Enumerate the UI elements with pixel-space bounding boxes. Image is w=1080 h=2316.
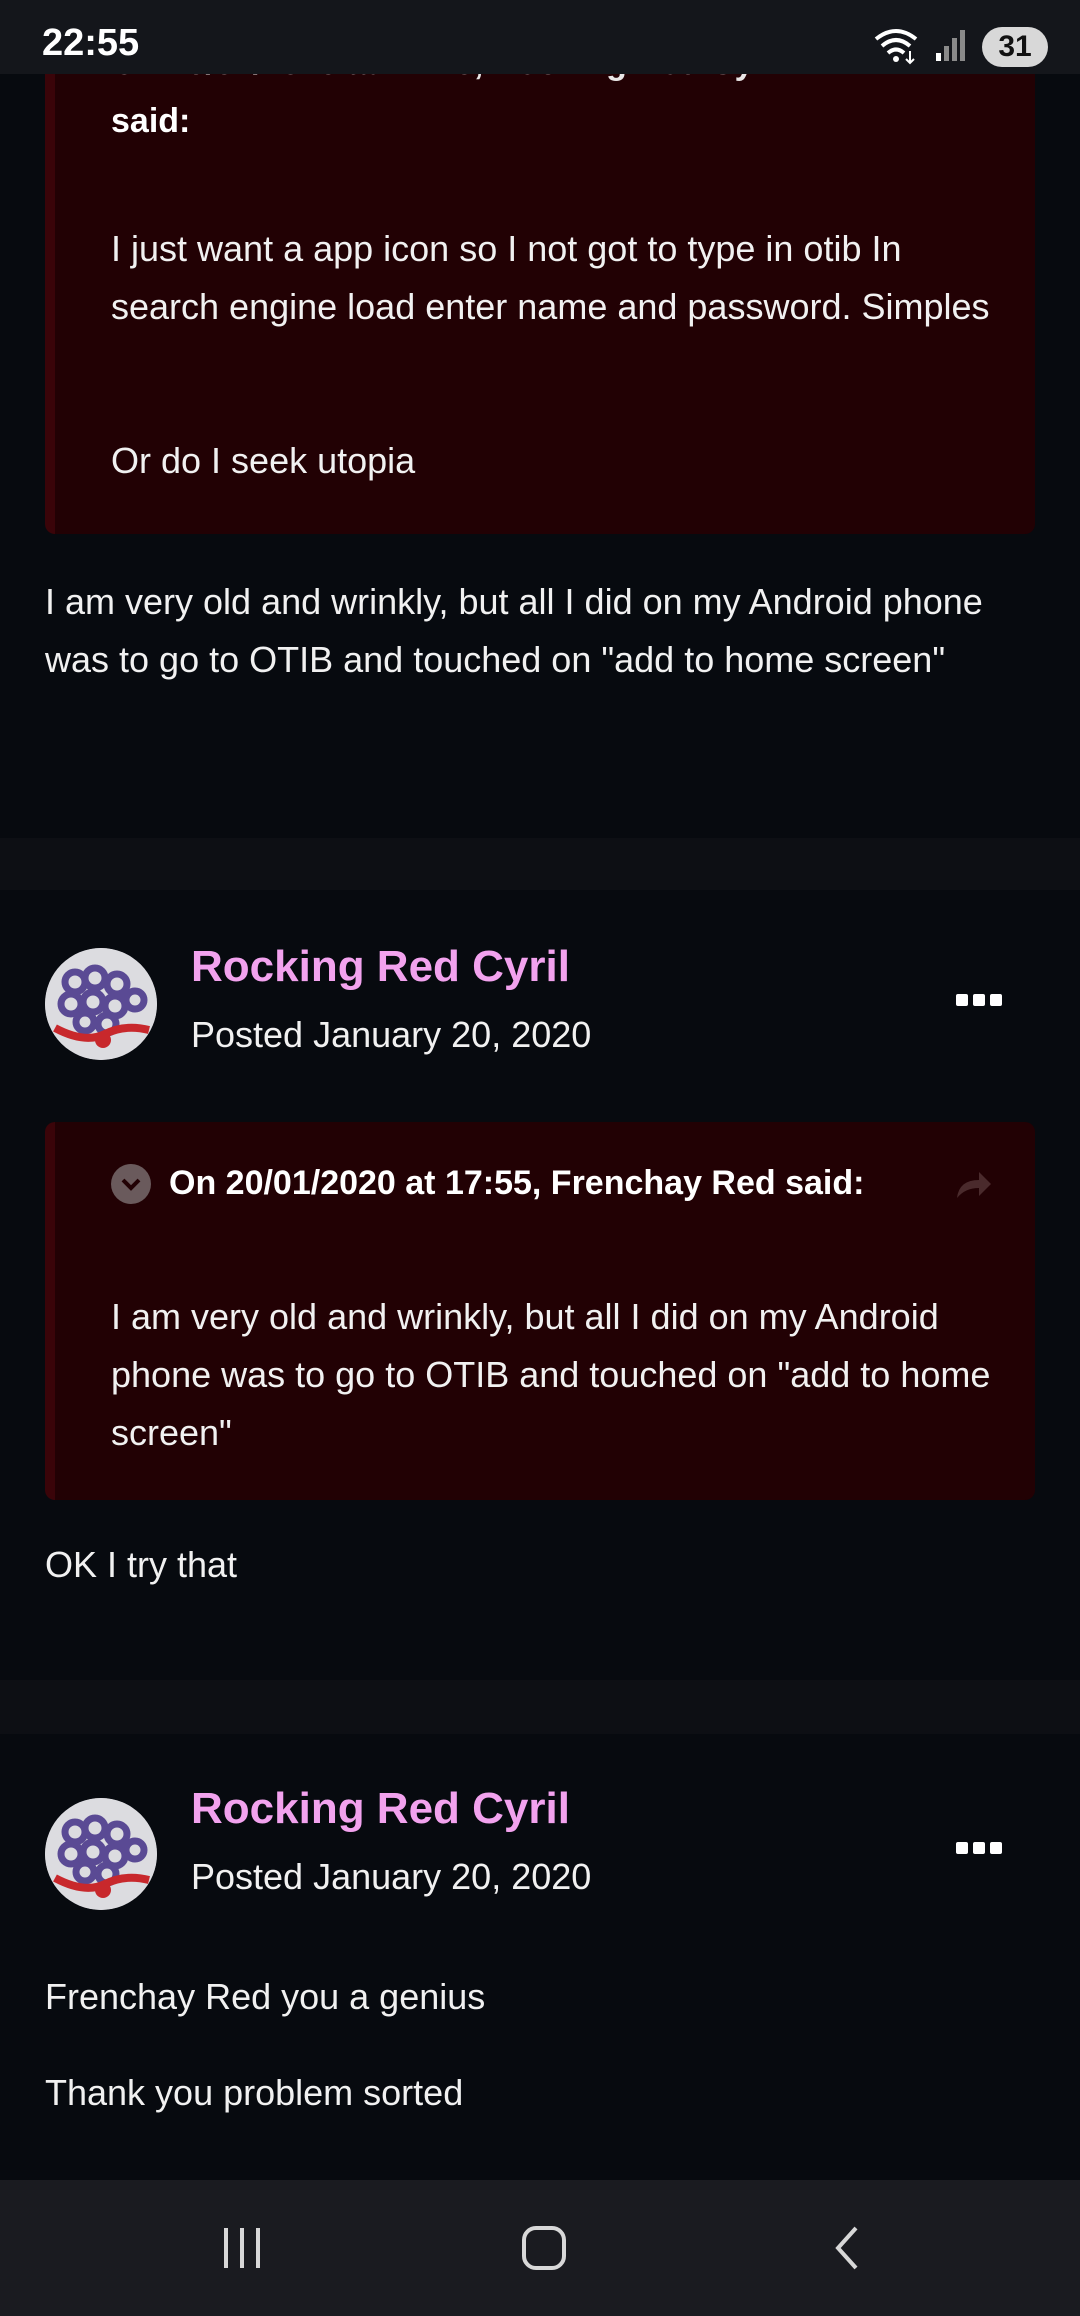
quote-block: On 20/01/2020 at 17:55, Frenchay Red sai… [45,1122,1035,1500]
quote-paragraph: I am very old and wrinkly, but all I did… [111,1296,991,1453]
author-name[interactable]: Rocking Red Cyril [191,1784,570,1834]
post-date: Posted January 20, 2020 [191,1014,592,1055]
more-options-button[interactable] [956,990,1002,1010]
quote-block: On 20/01/2020 at 17:25, Rocking Red Cyri… [45,0,1035,534]
post-paragraph: Thank you problem sorted [45,2072,464,2113]
status-bar: 22:55 31 [0,0,1080,74]
quote-header: On 20/01/2020 at 17:55, Frenchay Red sai… [169,1164,865,1202]
post-body: I am very old and wrinkly, but all I did… [45,581,983,680]
chevron-down-icon[interactable] [111,1164,151,1204]
post-divider [0,1680,1080,1734]
more-options-button[interactable] [956,1838,1002,1858]
status-time: 22:55 [42,22,140,64]
avatar[interactable] [45,1798,157,1910]
wifi-icon [872,25,920,70]
navigation-bar [0,2180,1080,2316]
home-icon[interactable] [514,2218,574,2278]
author-name[interactable]: Rocking Red Cyril [191,942,570,992]
forum-page: On 20/01/2020 at 17:25, Rocking Red Cyri… [0,0,1080,2316]
quote-paragraph: Or do I seek utopia [111,440,416,481]
post-date: Posted January 20, 2020 [191,1856,592,1897]
avatar[interactable] [45,948,157,1060]
signal-icon [934,27,968,68]
post-body: OK I try that [45,1544,238,1585]
quote-header-said: said: [111,102,191,140]
share-arrow-icon[interactable] [953,1168,993,1202]
post-rocking-red-cyril-2: Rocking Red Cyril Posted January 20, 202… [0,1734,1080,2180]
recent-apps-icon[interactable] [212,2218,272,2278]
post-frenchay-red: On 20/01/2020 at 17:25, Rocking Red Cyri… [0,0,1080,838]
post-rocking-red-cyril-1: Rocking Red Cyril Posted January 20, 202… [0,890,1080,1680]
battery-indicator: 31 [982,27,1048,67]
quote-paragraph: I just want a app icon so I not got to t… [111,228,990,327]
post-divider [0,838,1080,890]
post-paragraph: Frenchay Red you a genius [45,1976,486,2017]
back-icon[interactable] [818,2218,878,2278]
status-icons: 31 [872,24,1048,70]
